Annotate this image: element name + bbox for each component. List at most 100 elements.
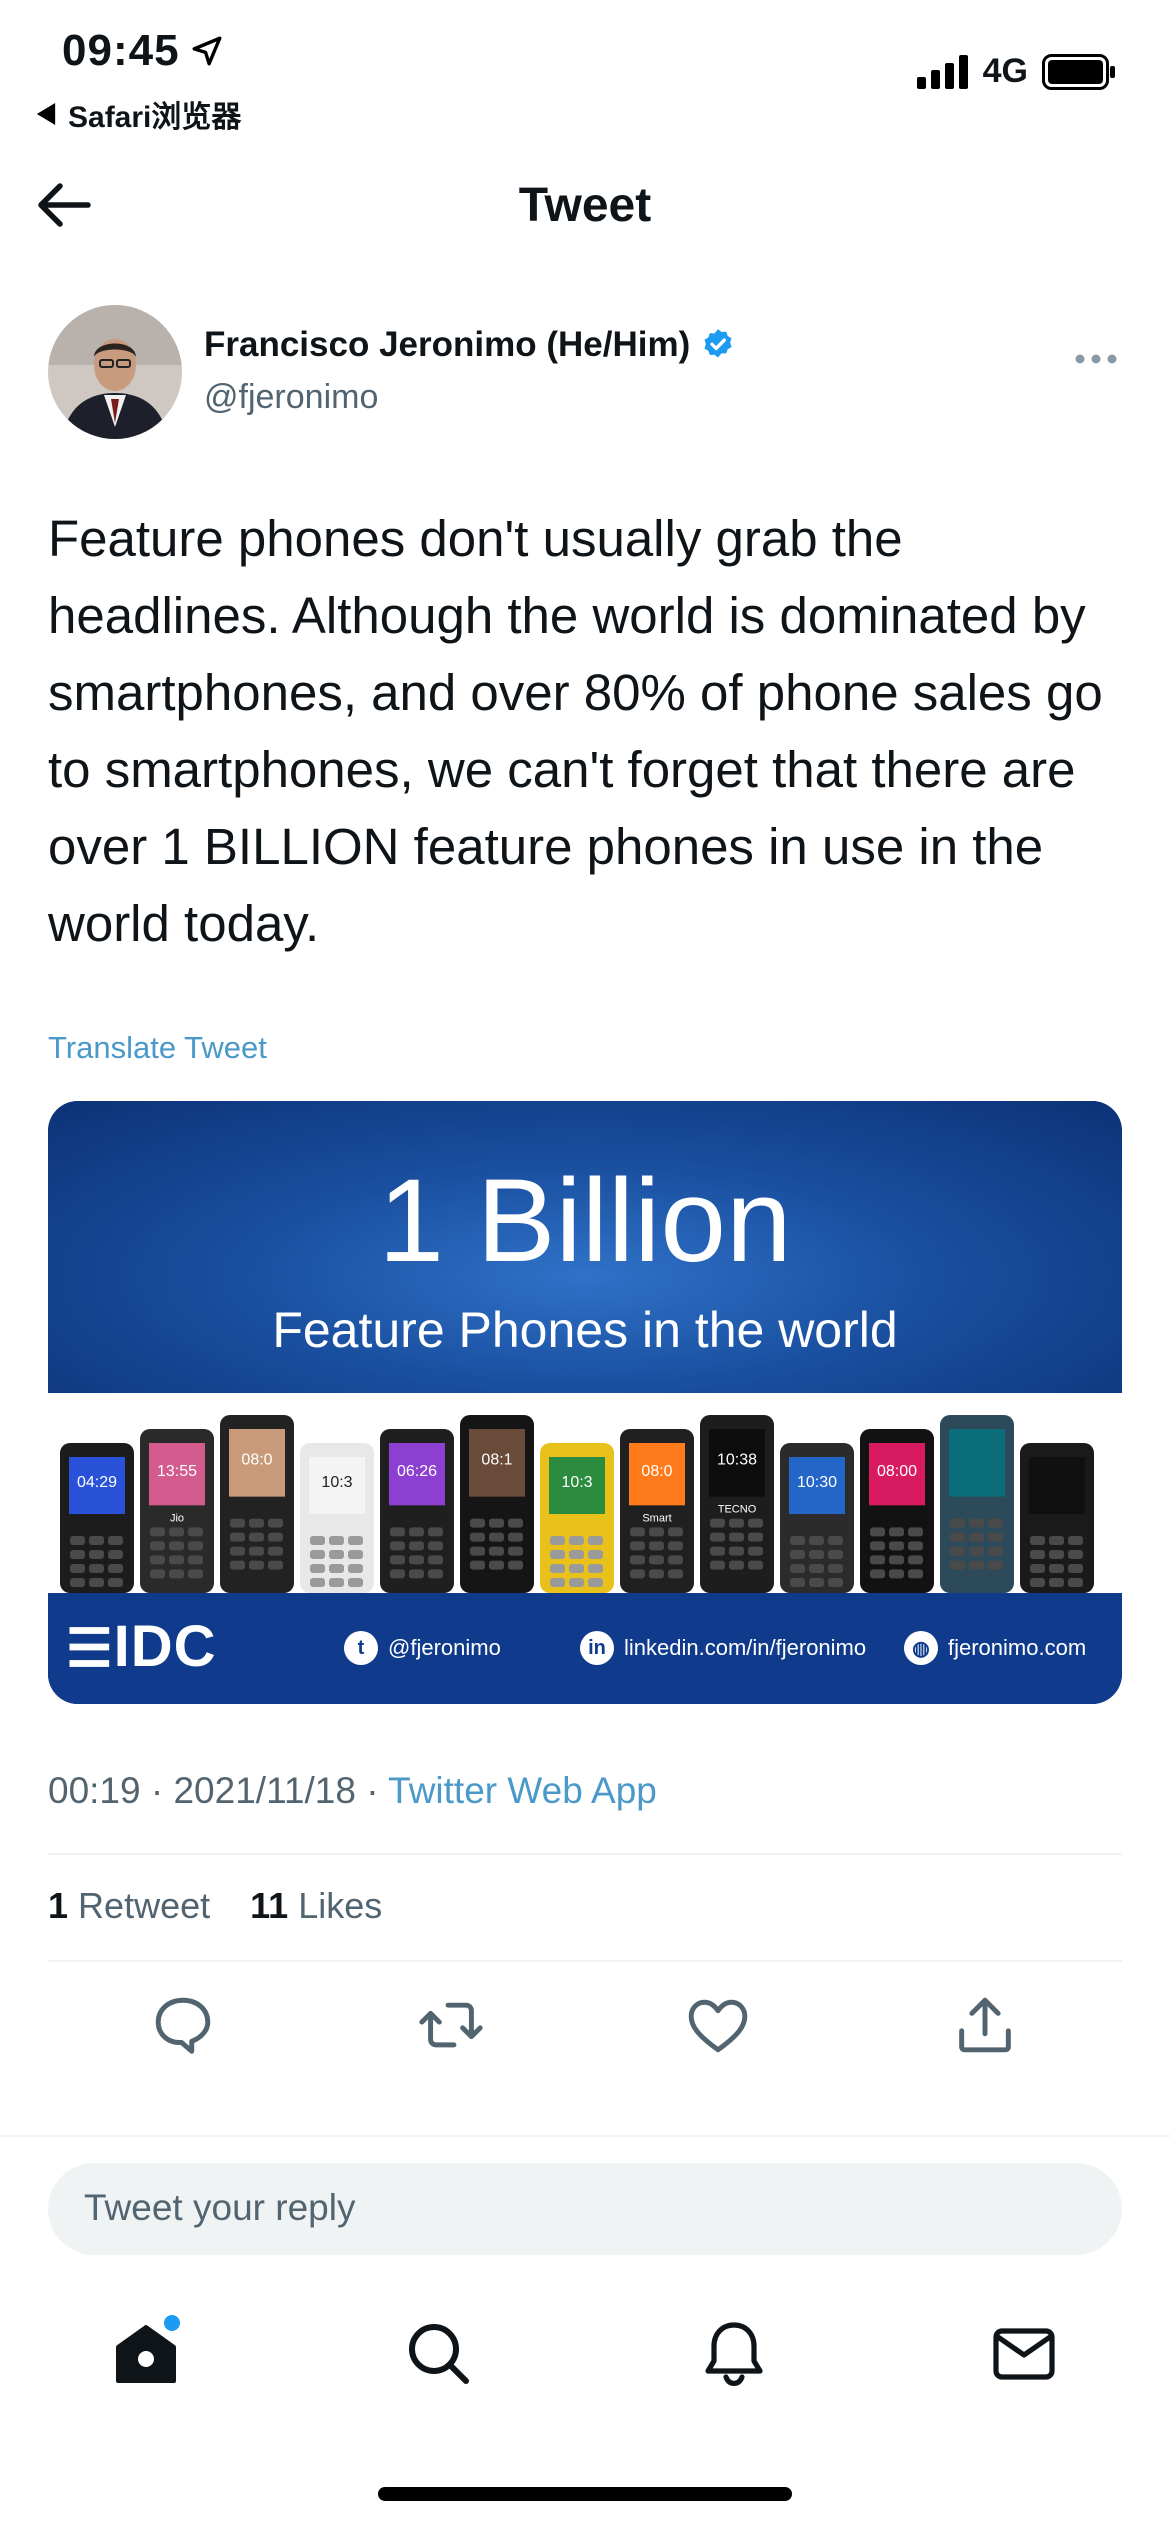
phone-key	[390, 1569, 405, 1579]
phone-key	[268, 1532, 283, 1542]
status-time-text: 09:45	[62, 26, 180, 75]
phone-illustration: 04:29	[60, 1443, 134, 1593]
phone-key	[249, 1532, 264, 1542]
phone-illustration	[940, 1415, 1014, 1593]
likes-count: 11	[250, 1885, 289, 1926]
phone-key	[489, 1560, 504, 1570]
phone-key	[889, 1541, 904, 1551]
phone-key	[649, 1527, 664, 1537]
phone-key	[828, 1578, 843, 1587]
avatar[interactable]	[48, 305, 182, 439]
media-footer: ☰IDC t @fjeronimo in linkedin.com/in/fje…	[48, 1593, 1122, 1704]
phone-key	[310, 1578, 325, 1587]
tweet-meta: 00:19 · 2021/11/18 · Twitter Web App	[48, 1770, 657, 1812]
phone-screen-time: 08:0	[241, 1452, 272, 1469]
tab-messages[interactable]	[984, 2313, 1064, 2393]
back-to-app[interactable]: Safari浏览器	[36, 92, 241, 136]
phone-key	[908, 1569, 923, 1579]
phone-illustration: 06:26	[380, 1429, 454, 1593]
phone-key	[409, 1555, 424, 1565]
phone-key	[748, 1546, 763, 1556]
like-button[interactable]	[683, 1990, 753, 2060]
phone-key	[89, 1536, 104, 1545]
phone-key	[969, 1546, 984, 1556]
phone-key	[470, 1560, 485, 1570]
reply-button[interactable]	[148, 1990, 218, 2060]
media-footer-linkedin-text: linkedin.com/in/fjeronimo	[624, 1635, 867, 1660]
phone-key	[908, 1555, 923, 1565]
tweet-actions	[48, 1990, 1122, 2060]
tab-search[interactable]	[398, 2313, 478, 2393]
phone-key	[348, 1550, 363, 1559]
phone-key	[969, 1560, 984, 1570]
phone-key	[470, 1518, 485, 1528]
phone-key	[508, 1532, 523, 1542]
phone-key	[908, 1527, 923, 1537]
phone-key	[390, 1527, 405, 1537]
phone-key	[950, 1560, 965, 1570]
tab-home[interactable]	[106, 2313, 186, 2393]
phone-key	[870, 1569, 885, 1579]
phone-key	[889, 1569, 904, 1579]
author-name: Francisco Jeronimo (He/Him)	[204, 325, 691, 364]
retweet-button[interactable]	[416, 1990, 486, 2060]
phone-key	[249, 1518, 264, 1528]
phone-key	[550, 1550, 565, 1559]
phone-key	[748, 1518, 763, 1528]
retweets-stat[interactable]: 1 Retweet	[48, 1885, 210, 1926]
phone-key	[310, 1536, 325, 1545]
phone-key	[428, 1541, 443, 1551]
more-button[interactable]	[1074, 330, 1118, 375]
media-subheadline: Feature Phones in the world	[272, 1302, 898, 1358]
phone-key	[428, 1569, 443, 1579]
author-name-row[interactable]: Francisco Jeronimo (He/Him)	[204, 325, 736, 365]
phone-key	[870, 1541, 885, 1551]
tweet-source-app[interactable]: Twitter Web App	[388, 1770, 657, 1811]
tweet-media-image[interactable]: 1 Billion Feature Phones in the world 04…	[48, 1101, 1122, 1704]
media-headline: 1 Billion	[378, 1155, 792, 1287]
phone-key	[89, 1578, 104, 1587]
phone-key	[1030, 1578, 1045, 1587]
phone-key	[1068, 1536, 1083, 1545]
phone-key	[108, 1564, 123, 1573]
author-handle[interactable]: @fjeronimo	[204, 378, 378, 417]
phone-key	[470, 1532, 485, 1542]
phone-illustration: 08:0	[220, 1415, 294, 1593]
phone-key	[809, 1578, 824, 1587]
phone-key	[348, 1564, 363, 1573]
share-button[interactable]	[950, 1990, 1020, 2060]
phone-key	[310, 1564, 325, 1573]
phone-key	[188, 1527, 203, 1537]
phone-key	[390, 1541, 405, 1551]
more-dots-icon	[1075, 354, 1117, 364]
retweets-label: Retweet	[78, 1885, 211, 1926]
tab-notifications[interactable]	[694, 2313, 774, 2393]
battery-icon	[1042, 53, 1115, 90]
translate-tweet-link[interactable]: Translate Tweet	[48, 1030, 267, 1066]
phone-screen-time: 13:55	[157, 1463, 197, 1480]
phone-illustration: 08:00	[860, 1429, 934, 1593]
twitter-bird-icon: t	[344, 1631, 378, 1665]
phone-key	[249, 1560, 264, 1570]
phone-key	[790, 1536, 805, 1545]
phone-key	[409, 1541, 424, 1551]
phone-key	[1030, 1536, 1045, 1545]
phone-key	[649, 1541, 664, 1551]
likes-stat[interactable]: 11 Likes	[250, 1885, 382, 1926]
phone-key	[409, 1527, 424, 1537]
media-banner: 1 Billion Feature Phones in the world	[48, 1101, 1122, 1393]
phone-key	[809, 1550, 824, 1559]
phone-key	[550, 1536, 565, 1545]
phone-key	[569, 1564, 584, 1573]
meta-separator: ·	[150, 1770, 164, 1811]
phone-illustration	[1020, 1443, 1094, 1593]
phone-key	[790, 1550, 805, 1559]
phone-key	[390, 1555, 405, 1565]
phones-illustration: 04:29 13:55 Jio 08:0 10:3 06:26 08:1 10:3 08:0 Sm…	[60, 1415, 1094, 1593]
phone-illustration: 08:0 Smart	[620, 1429, 694, 1593]
phone-screen-time: 10:3	[321, 1474, 352, 1491]
reply-input[interactable]: Tweet your reply	[48, 2163, 1122, 2255]
phone-key	[748, 1532, 763, 1542]
bell-icon	[705, 2322, 763, 2387]
phone-key	[1049, 1536, 1064, 1545]
